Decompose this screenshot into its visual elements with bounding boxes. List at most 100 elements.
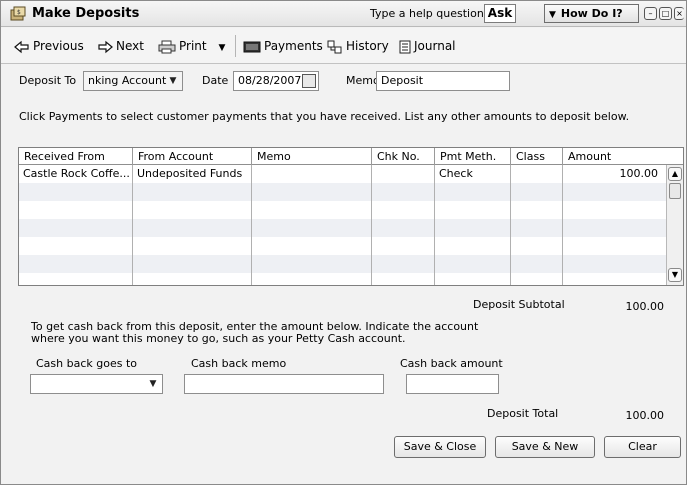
previous-label: Previous: [33, 39, 84, 53]
table-row[interactable]: [19, 273, 666, 285]
table-row[interactable]: [19, 219, 666, 237]
cell-chk-no[interactable]: [372, 183, 435, 201]
deposit-to-select[interactable]: nking Account ▼: [83, 71, 183, 91]
help-question-prompt[interactable]: Type a help question: [370, 7, 484, 20]
cell-from-account[interactable]: [133, 273, 252, 285]
chevron-down-icon: ▼: [149, 379, 157, 389]
previous-button[interactable]: Previous: [14, 37, 84, 55]
cell-memo[interactable]: [252, 273, 372, 285]
cell-memo[interactable]: [252, 219, 372, 237]
cell-received-from[interactable]: [19, 201, 133, 219]
cell-chk-no[interactable]: [372, 219, 435, 237]
cell-received-from[interactable]: [19, 237, 133, 255]
printer-icon: [158, 40, 176, 53]
cell-from-account[interactable]: [133, 219, 252, 237]
cell-class[interactable]: [511, 219, 563, 237]
payments-button[interactable]: Payments: [243, 37, 323, 55]
cell-received-from[interactable]: [19, 255, 133, 273]
cell-pmt-meth[interactable]: [435, 183, 511, 201]
scroll-down-icon[interactable]: ▼: [668, 268, 682, 282]
column-header-class[interactable]: Class: [511, 148, 563, 165]
cell-class[interactable]: [511, 237, 563, 255]
table-row[interactable]: [19, 201, 666, 219]
calendar-icon[interactable]: [302, 74, 316, 88]
cell-from-account[interactable]: [133, 255, 252, 273]
memo-value: Deposit: [381, 74, 424, 87]
cell-chk-no[interactable]: [372, 255, 435, 273]
print-dropdown-icon[interactable]: ▼: [218, 43, 225, 53]
print-button[interactable]: Print ▼: [158, 37, 225, 55]
table-row[interactable]: [19, 183, 666, 201]
cell-from-account[interactable]: [133, 183, 252, 201]
cell-memo[interactable]: [252, 165, 372, 183]
cell-pmt-meth[interactable]: [435, 237, 511, 255]
cell-chk-no[interactable]: [372, 201, 435, 219]
instructions-text: Click Payments to select customer paymen…: [19, 110, 630, 123]
cell-class[interactable]: [511, 201, 563, 219]
cell-received-from[interactable]: [19, 273, 133, 285]
next-button[interactable]: Next: [97, 37, 144, 55]
ask-button[interactable]: Ask: [484, 4, 516, 23]
cell-pmt-meth[interactable]: [435, 273, 511, 285]
table-row[interactable]: [19, 237, 666, 255]
cash-back-account-select[interactable]: ▼: [30, 374, 163, 394]
cell-memo[interactable]: [252, 183, 372, 201]
grid-scrollbar[interactable]: ▲ ▼: [666, 165, 683, 285]
minimize-icon: –: [648, 9, 653, 18]
cell-class[interactable]: [511, 273, 563, 285]
cell-chk-no[interactable]: [372, 237, 435, 255]
print-label: Print: [179, 39, 207, 53]
scroll-up-icon[interactable]: ▲: [668, 167, 682, 181]
cell-class[interactable]: [511, 183, 563, 201]
cell-from-account[interactable]: Undeposited Funds: [133, 165, 252, 183]
minimize-button[interactable]: –: [644, 7, 657, 20]
column-header-from-account[interactable]: From Account: [133, 148, 252, 165]
how-do-i-button[interactable]: ▼ How Do I?: [544, 4, 639, 23]
journal-icon: [399, 40, 411, 53]
cell-received-from[interactable]: [19, 183, 133, 201]
column-header-chk-no[interactable]: Chk No.: [372, 148, 435, 165]
cell-memo[interactable]: [252, 255, 372, 273]
cell-chk-no[interactable]: [372, 165, 435, 183]
cash-back-amount-label: Cash back amount: [400, 357, 503, 370]
history-button[interactable]: History: [327, 37, 389, 55]
deposit-total-label: Deposit Total: [487, 407, 559, 420]
cell-pmt-meth[interactable]: [435, 219, 511, 237]
cell-chk-no[interactable]: [372, 273, 435, 285]
cell-pmt-meth[interactable]: Check: [435, 165, 511, 183]
scroll-thumb[interactable]: [669, 183, 681, 199]
date-field[interactable]: 08/28/2007: [233, 71, 319, 91]
cash-back-amount-field[interactable]: [406, 374, 499, 394]
cell-pmt-meth[interactable]: [435, 255, 511, 273]
cell-pmt-meth[interactable]: [435, 201, 511, 219]
cell-from-account[interactable]: [133, 237, 252, 255]
table-row[interactable]: [19, 255, 666, 273]
save-close-button[interactable]: Save & Close: [394, 436, 486, 458]
deposit-total-value: 100.00: [625, 409, 665, 422]
column-header-amount[interactable]: Amount: [563, 148, 666, 165]
cell-class[interactable]: [511, 165, 563, 183]
restore-icon: □: [661, 9, 670, 18]
cell-memo[interactable]: [252, 201, 372, 219]
restore-button[interactable]: □: [659, 7, 672, 20]
close-button[interactable]: ×: [674, 7, 684, 20]
make-deposits-window: $ Make Deposits Type a help question Ask…: [0, 0, 687, 485]
memo-field[interactable]: Deposit: [376, 71, 510, 91]
history-icon: [327, 40, 342, 53]
save-new-button[interactable]: Save & New: [495, 436, 595, 458]
cell-from-account[interactable]: [133, 201, 252, 219]
window-title: Make Deposits: [32, 6, 140, 21]
column-header-pmt-meth[interactable]: Pmt Meth.: [435, 148, 511, 165]
close-icon: ×: [676, 9, 683, 18]
cell-amount[interactable]: 100.00: [563, 165, 666, 183]
column-header-memo[interactable]: Memo: [252, 148, 372, 165]
clear-button[interactable]: Clear: [604, 436, 681, 458]
cell-received-from[interactable]: Castle Rock Coffe...: [19, 165, 133, 183]
journal-button[interactable]: Journal: [399, 37, 456, 55]
cell-class[interactable]: [511, 255, 563, 273]
table-row[interactable]: Castle Rock Coffe... Undeposited Funds C…: [19, 165, 666, 183]
cell-received-from[interactable]: [19, 219, 133, 237]
column-header-received-from[interactable]: Received From: [19, 148, 133, 165]
cell-memo[interactable]: [252, 237, 372, 255]
cash-back-memo-field[interactable]: [184, 374, 384, 394]
